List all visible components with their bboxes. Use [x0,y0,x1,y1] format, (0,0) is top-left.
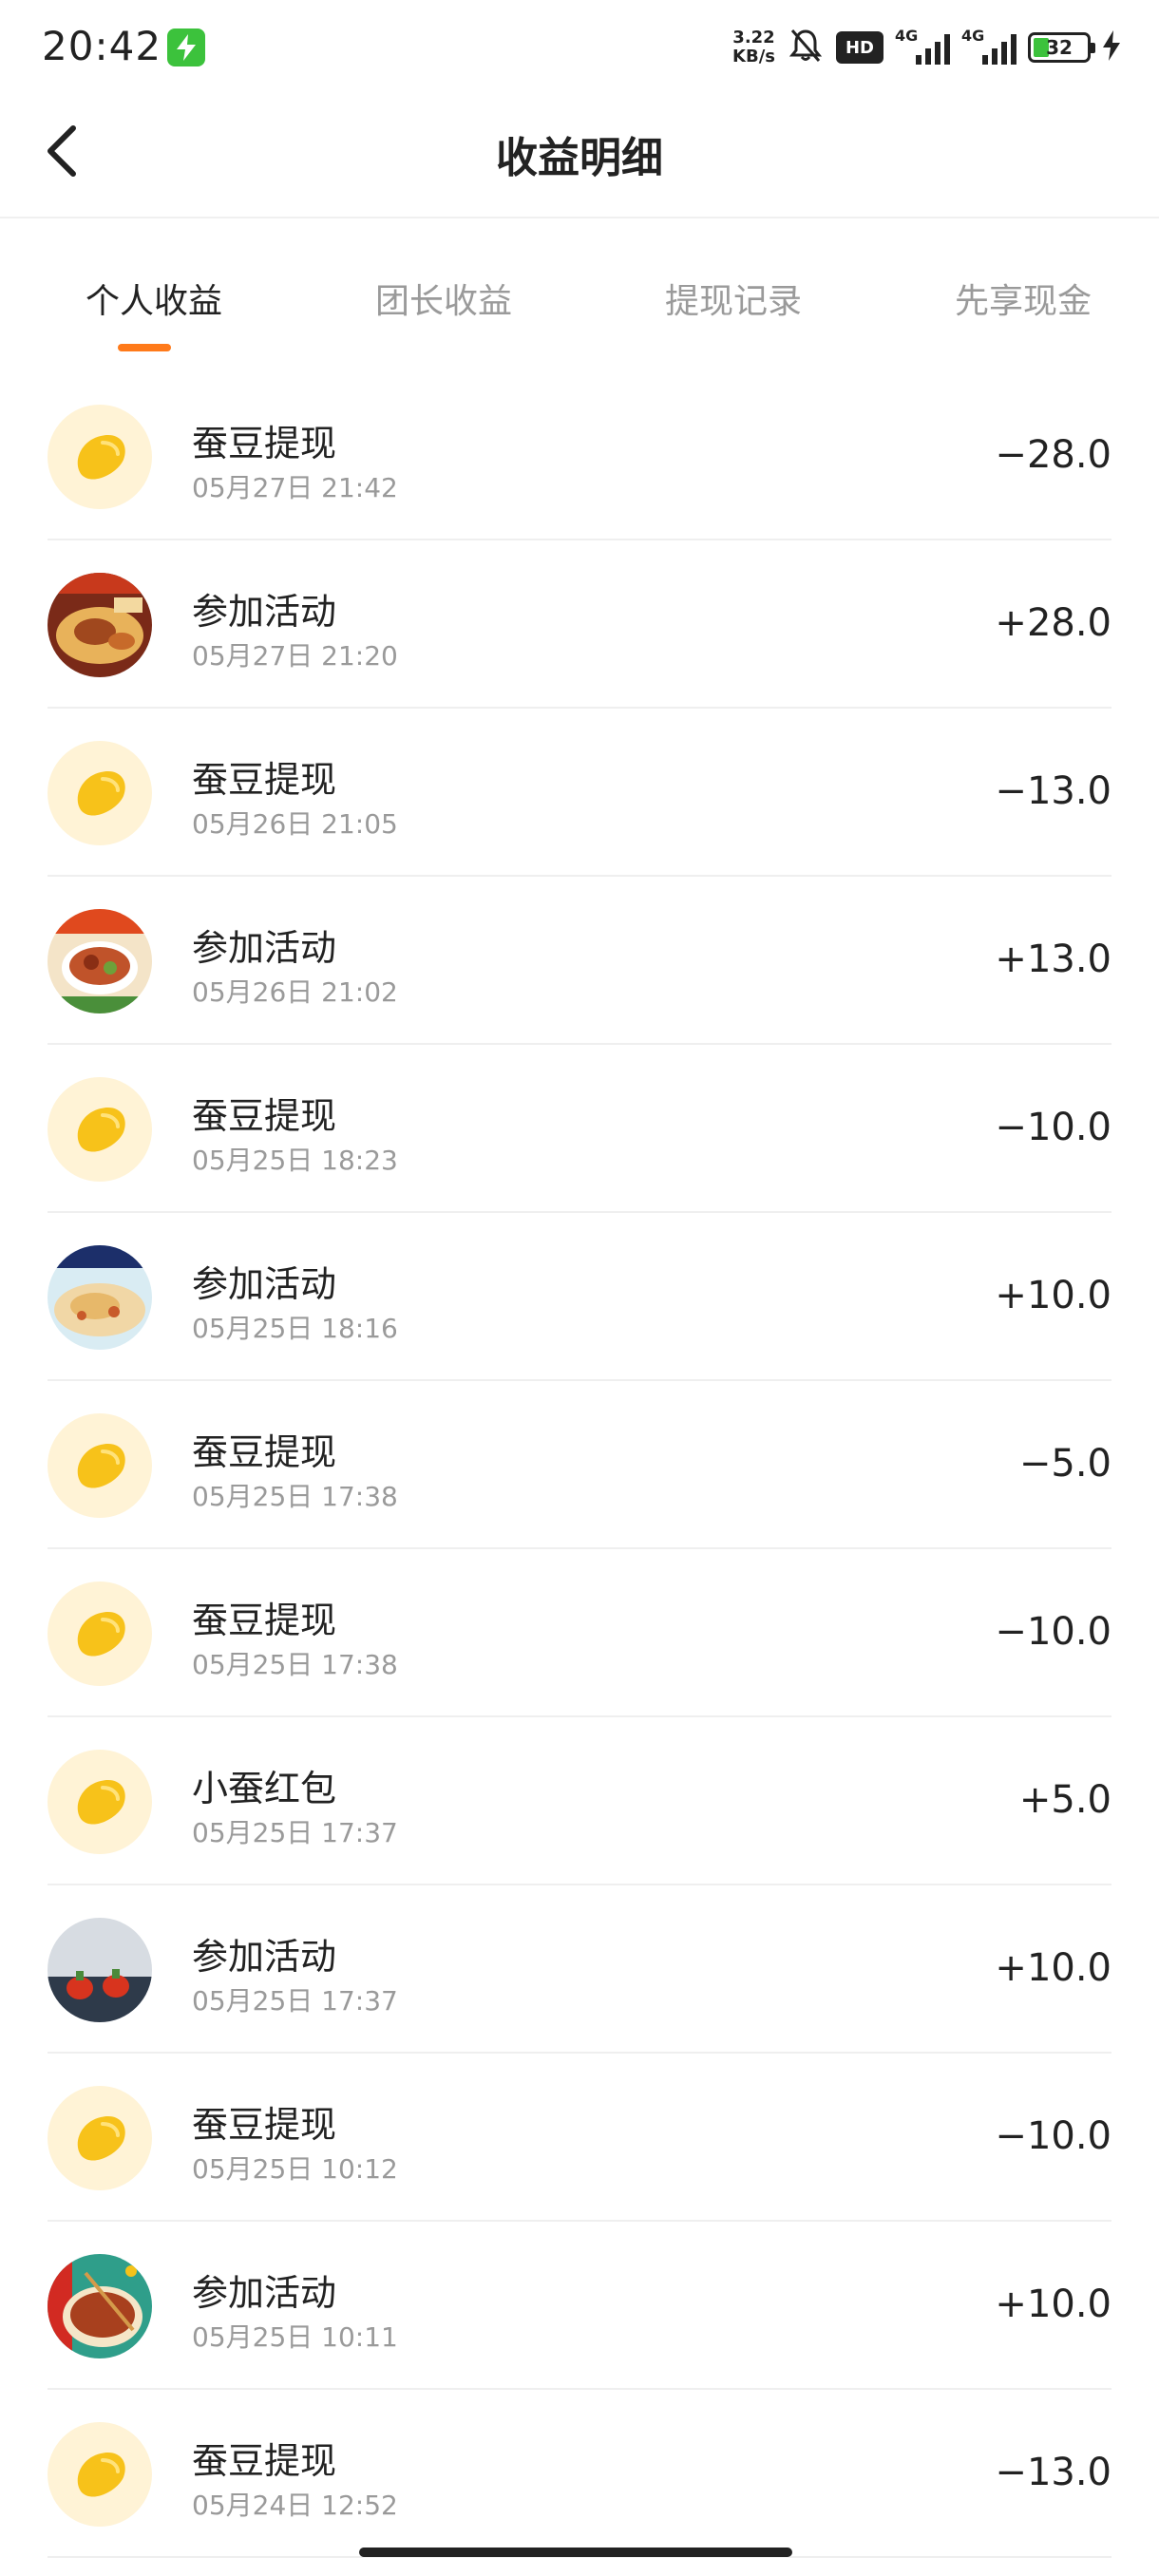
hd-voice-icon: HD [836,31,884,64]
record-amount: +28.0 [995,601,1112,645]
record-amount: +10.0 [995,1274,1112,1317]
record-amount: −28.0 [995,433,1112,477]
mute-bell-icon [787,27,825,68]
activity-thumbnail [48,2254,152,2358]
page-title: 收益明细 [496,134,663,182]
signal-icon-2: 4G [961,27,1016,65]
record-title: 参加活动 [192,2272,337,2314]
record-time: 05月25日 17:38 [192,1481,398,1512]
status-bar: 20:42 3.22 KB/s HD 4G 4G 32 [0,0,1159,95]
record-title: 蚕豆提现 [192,1600,337,1641]
record-title: 参加活动 [192,1936,337,1978]
record-title: 参加活动 [192,1263,337,1305]
list-item[interactable]: 参加活动 05月25日 17:37 +10.0 [48,1885,1112,2054]
record-title: 小蚕红包 [192,1768,337,1809]
active-tab-indicator [118,344,171,351]
tab-advance-cash[interactable]: 先享现金 [909,274,1137,323]
record-time: 05月24日 12:52 [192,2490,398,2521]
record-title: 蚕豆提现 [192,423,337,464]
record-amount: −10.0 [995,1106,1112,1149]
tab-bar: 个人收益 团长收益 提现记录 先享现金 [0,220,1159,372]
record-title: 蚕豆提现 [192,2440,337,2482]
battery-icon: 32 [1028,32,1095,63]
record-title: 蚕豆提现 [192,1431,337,1473]
record-time: 05月25日 18:23 [192,1145,398,1176]
record-title: 参加活动 [192,591,337,633]
record-amount: −13.0 [995,2451,1112,2494]
signal-icon-1: 4G [895,27,950,65]
record-time: 05月25日 17:37 [192,1985,398,2017]
bean-icon [48,2422,152,2527]
list-item[interactable]: 蚕豆提现 05月24日 12:52 −13.0 [48,2390,1112,2558]
bean-icon [48,1582,152,1686]
list-item[interactable]: 蚕豆提现 05月26日 21:05 −13.0 [48,709,1112,877]
record-title: 蚕豆提现 [192,759,337,801]
record-time: 05月25日 10:12 [192,2153,398,2185]
record-time: 05月25日 17:38 [192,1649,398,1680]
record-amount: +10.0 [995,1946,1112,1990]
bean-icon [48,1077,152,1182]
record-time: 05月26日 21:05 [192,808,398,840]
bean-icon [48,2086,152,2190]
record-amount: +13.0 [995,938,1112,981]
list-item[interactable]: 小蚕红包 05月25日 17:37 +5.0 [48,1717,1112,1885]
record-amount: +10.0 [995,2282,1112,2326]
bean-icon [48,741,152,845]
record-title: 参加活动 [192,927,337,969]
list-item[interactable]: 蚕豆提现 05月25日 17:38 −10.0 [48,1549,1112,1717]
bean-icon [48,1413,152,1518]
record-time: 05月27日 21:42 [192,472,398,503]
list-item[interactable]: 蚕豆提现 05月25日 17:38 −5.0 [48,1381,1112,1549]
home-indicator[interactable] [359,2548,792,2557]
tab-withdrawal-records[interactable]: 提现记录 [619,274,847,323]
bean-icon [48,405,152,509]
record-time: 05月25日 10:11 [192,2321,398,2353]
record-time: 05月25日 17:37 [192,1817,398,1848]
charging-bolt-icon [1102,30,1121,65]
activity-thumbnail [48,573,152,677]
record-amount: −10.0 [995,1610,1112,1654]
list-item[interactable]: 参加活动 05月25日 10:11 +10.0 [48,2222,1112,2390]
list-item[interactable]: 参加活动 05月27日 21:20 +28.0 [48,540,1112,709]
activity-thumbnail [48,1245,152,1350]
list-item[interactable]: 参加活动 05月26日 21:02 +13.0 [48,877,1112,1045]
record-time: 05月25日 18:16 [192,1313,398,1344]
charging-app-icon [167,28,205,66]
list-item[interactable]: 蚕豆提现 05月25日 18:23 −10.0 [48,1045,1112,1213]
list-item[interactable]: 蚕豆提现 05月25日 10:12 −10.0 [48,2054,1112,2222]
record-title: 蚕豆提现 [192,2104,337,2146]
activity-thumbnail [48,909,152,1013]
record-time: 05月27日 21:20 [192,640,398,672]
activity-thumbnail [48,1918,152,2022]
earnings-list: 蚕豆提现 05月27日 21:42 −28.0 参加活动 05月27日 21:2… [48,372,1112,2558]
network-speed: 3.22 KB/s [732,28,775,66]
record-amount: −5.0 [1018,1442,1112,1486]
record-title: 蚕豆提现 [192,1095,337,1137]
record-amount: −13.0 [995,769,1112,813]
record-amount: +5.0 [1018,1778,1112,1822]
status-time: 20:42 [42,23,162,69]
list-item[interactable]: 参加活动 05月25日 18:16 +10.0 [48,1213,1112,1381]
tab-personal-earnings[interactable]: 个人收益 [40,274,268,323]
record-amount: −10.0 [995,2114,1112,2158]
bean-icon [48,1750,152,1854]
list-item[interactable]: 蚕豆提现 05月27日 21:42 −28.0 [48,372,1112,540]
record-time: 05月26日 21:02 [192,976,398,1008]
page-header: 收益明细 [0,95,1159,218]
tab-leader-earnings[interactable]: 团长收益 [330,274,558,323]
